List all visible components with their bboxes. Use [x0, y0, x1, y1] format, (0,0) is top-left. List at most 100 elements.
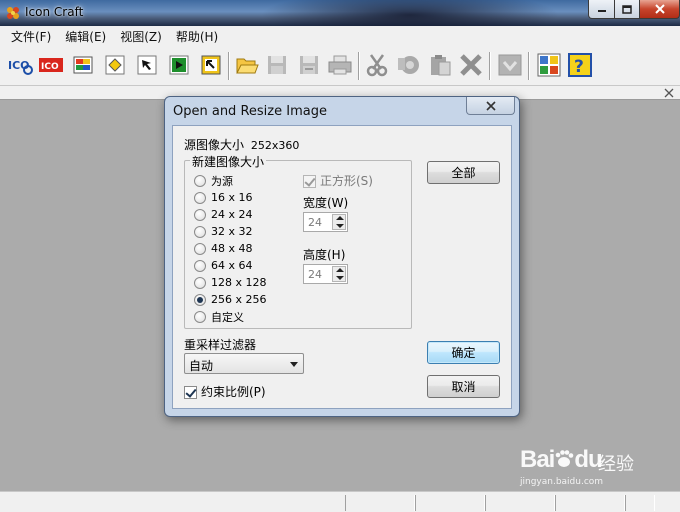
toolbar-cut-button[interactable]: [364, 52, 390, 78]
filter-select[interactable]: 自动: [184, 353, 304, 374]
size-option-label: 16 x 16: [211, 191, 253, 204]
size-option-source[interactable]: 为源: [194, 173, 233, 188]
toolbar-export-button[interactable]: [198, 52, 224, 78]
toolbar-fill-button[interactable]: [102, 52, 128, 78]
app-icon: [7, 7, 19, 19]
size-option-label: 256 x 256: [211, 293, 267, 306]
menu-edit[interactable]: 编辑(E): [58, 28, 113, 45]
radio-button-selected[interactable]: [194, 293, 206, 306]
menu-bar: 文件(F) 编辑(E) 视图(Z) 帮助(H): [0, 26, 680, 46]
cancel-button[interactable]: 取消: [427, 375, 500, 398]
keep-ratio-checkbox-row[interactable]: 约束比例(P): [184, 383, 266, 400]
toolbar-separator: [528, 52, 530, 80]
print-icon: [328, 55, 352, 75]
toolbar-separator: [489, 52, 491, 80]
width-value: 24: [308, 216, 322, 229]
toolbar-open-button[interactable]: [234, 52, 260, 78]
size-option-24[interactable]: 24 x 24: [194, 207, 253, 222]
watermark-brand: Bai du: [520, 446, 603, 473]
dialog-close-button[interactable]: [466, 97, 515, 115]
size-option-32[interactable]: 32 x 32: [194, 224, 253, 239]
size-option-64[interactable]: 64 x 64: [194, 258, 253, 273]
toolbar-save-button[interactable]: [264, 52, 290, 78]
maximize-button[interactable]: [614, 0, 640, 19]
check-icon: [498, 54, 522, 76]
new-size-group-label: 新建图像大小: [190, 153, 267, 170]
status-pane: [625, 495, 655, 511]
pointer-icon: [137, 55, 157, 75]
radio-button[interactable]: [194, 191, 206, 204]
close-icon: [485, 100, 496, 111]
radio-button[interactable]: [194, 276, 206, 289]
spinner-arrows[interactable]: [332, 266, 346, 282]
menu-file[interactable]: 文件(F): [4, 28, 58, 45]
toolbar-help-button[interactable]: ?: [567, 52, 593, 78]
delete-icon: [460, 54, 482, 76]
all-button[interactable]: 全部: [427, 161, 500, 184]
toolbar-ico-format-button[interactable]: ICO: [38, 52, 64, 78]
toolbar-save-all-button[interactable]: [296, 52, 322, 78]
toolbar-delete-button[interactable]: [458, 52, 484, 78]
open-folder-icon: [236, 58, 259, 74]
ok-button[interactable]: 确定: [427, 341, 500, 364]
svg-text:ICO: ICO: [41, 62, 59, 72]
radio-button[interactable]: [194, 259, 206, 272]
size-option-custom[interactable]: 自定义: [194, 309, 244, 324]
ico-file-icon: ICO: [8, 59, 33, 75]
size-option-label: 24 x 24: [211, 208, 253, 221]
toolbar-print-button[interactable]: [327, 52, 353, 78]
close-window-button[interactable]: [639, 0, 680, 19]
height-value: 24: [308, 268, 322, 281]
spin-up-icon[interactable]: [333, 267, 345, 274]
height-spinner[interactable]: 24: [303, 264, 348, 284]
filter-label: 重采样过滤器: [184, 338, 257, 352]
minimize-button[interactable]: [588, 0, 615, 19]
radio-button[interactable]: [194, 310, 206, 323]
spinner-arrows[interactable]: [332, 214, 346, 230]
menu-view[interactable]: 视图(Z): [113, 28, 169, 45]
square-label: 正方形(S): [320, 174, 373, 188]
radio-button[interactable]: [194, 225, 206, 238]
spin-up-icon[interactable]: [333, 215, 345, 222]
spin-down-icon[interactable]: [333, 274, 345, 281]
ico-format-icon: ICO: [39, 58, 63, 72]
size-option-16[interactable]: 16 x 16: [194, 190, 253, 205]
status-bar: [0, 491, 680, 512]
toolbar-check-button[interactable]: [497, 52, 523, 78]
image-grid-icon: [537, 53, 561, 77]
radio-button[interactable]: [194, 208, 206, 221]
square-checkbox-row[interactable]: 正方形(S): [303, 172, 373, 189]
keep-ratio-label: 约束比例(P): [201, 385, 266, 399]
toolbar-palette-button[interactable]: [70, 52, 96, 78]
minimize-icon: [597, 10, 606, 12]
play-icon: [169, 55, 189, 75]
status-pane: [485, 495, 555, 511]
toolbar-paste-button[interactable]: [427, 52, 453, 78]
size-option-label: 64 x 64: [211, 259, 253, 272]
toolbar-copy-button[interactable]: [396, 52, 422, 78]
keep-ratio-checkbox[interactable]: [184, 386, 197, 399]
size-option-48[interactable]: 48 x 48: [194, 241, 253, 256]
size-option-label: 为源: [211, 174, 233, 188]
document-close-icon[interactable]: [662, 86, 676, 100]
menu-help[interactable]: 帮助(H): [169, 28, 225, 45]
toolbar-image-grid-button[interactable]: [536, 52, 562, 78]
square-checkbox[interactable]: [303, 175, 316, 188]
paste-icon: [431, 55, 451, 76]
toolbar-play-button[interactable]: [166, 52, 192, 78]
spin-down-icon[interactable]: [333, 222, 345, 229]
source-size: 源图像大小 252x360: [184, 136, 299, 153]
toolbar-ico-file-button[interactable]: ICO: [7, 52, 33, 78]
dialog-title: Open and Resize Image: [173, 104, 327, 119]
size-option-128[interactable]: 128 x 128: [194, 275, 267, 290]
radio-button[interactable]: [194, 174, 206, 187]
save-icon: [268, 56, 286, 74]
width-spinner[interactable]: 24: [303, 212, 348, 232]
toolbar-pointer-button[interactable]: [134, 52, 160, 78]
size-option-label: 32 x 32: [211, 225, 253, 238]
export-icon: [201, 55, 221, 75]
width-label: 宽度(W): [303, 196, 349, 210]
status-pane: [415, 495, 485, 511]
radio-button[interactable]: [194, 242, 206, 255]
size-option-256[interactable]: 256 x 256: [194, 292, 267, 307]
